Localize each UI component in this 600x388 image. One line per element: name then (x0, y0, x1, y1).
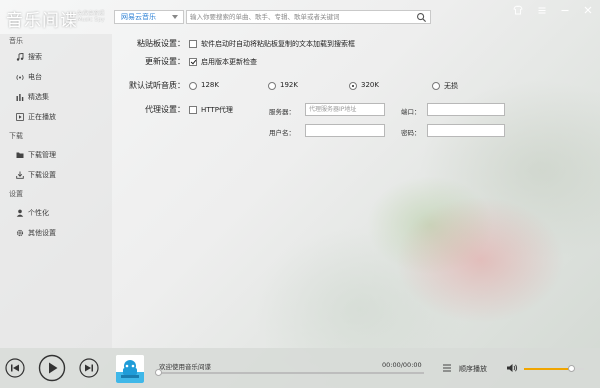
sidebar-item-label: 下载设置 (28, 171, 56, 179)
http-proxy-text: HTTP代理 (201, 106, 233, 114)
sidebar-section-settings: 设置 (9, 190, 23, 198)
search-input[interactable] (187, 11, 413, 23)
search-icon[interactable] (416, 12, 427, 23)
http-proxy-checkbox[interactable] (189, 106, 197, 114)
app-window: 音乐间谍 免费高音质 Music Spy 网易云音乐 输入你要搜索的单曲、歌手、… (0, 0, 600, 388)
folder-icon (16, 152, 24, 158)
clipboard-option-text: 软件启动时自动将粘贴板复制的文本加载到搜索框 (201, 40, 355, 48)
skin-icon[interactable] (512, 4, 524, 16)
previous-track-icon[interactable] (5, 358, 25, 378)
sidebar-item-radio[interactable]: 电台 (16, 71, 106, 83)
download-icon (16, 171, 24, 179)
user-icon (16, 209, 24, 217)
quality-radio-lossless[interactable] (432, 82, 440, 90)
track-time: 00:00/00:00 (382, 361, 422, 369)
app-logo-title: 音乐间谍 (6, 11, 78, 31)
username-label: 用户名： (269, 129, 295, 137)
quality-setting-label: 默认试听音质： (129, 81, 185, 90)
sidebar-item-download-manager[interactable]: 下载管理 (16, 149, 106, 161)
quality-radio-128k[interactable] (189, 82, 197, 90)
update-option-text: 启用版本更新检查 (201, 58, 257, 66)
clipboard-setting-label: 粘贴板设置： (137, 39, 185, 48)
sidebar-item-collection[interactable]: 精选集 (16, 91, 106, 103)
sidebar-item-label: 其他设置 (28, 229, 56, 237)
sidebar-item-label: 正在播放 (28, 113, 56, 121)
username-field-box (305, 124, 385, 137)
sidebar-item-label: 个性化 (28, 209, 49, 217)
sidebar-item-search[interactable]: 搜索 (16, 51, 106, 63)
sidebar-item-now-playing[interactable]: 正在播放 (16, 111, 106, 123)
update-setting-label: 更新设置： (145, 57, 185, 66)
quality-option-320k: 320K (361, 81, 379, 89)
playlist-icon[interactable] (442, 363, 452, 373)
title-bar: 音乐间谍 免费高音质 Music Spy 网易云音乐 (0, 0, 600, 34)
quality-radio-192k[interactable] (268, 82, 276, 90)
menu-icon[interactable] (536, 4, 548, 16)
password-input[interactable] (428, 125, 504, 136)
now-playing-icon (16, 113, 24, 121)
sidebar-item-label: 电台 (28, 73, 42, 81)
sidebar-item-label: 下载管理 (28, 151, 56, 159)
play-mode-button[interactable]: 顺序播放 (459, 364, 487, 374)
sidebar-item-other-settings[interactable]: 其他设置 (16, 227, 106, 239)
port-label: 端口： (401, 108, 421, 116)
username-input[interactable] (306, 125, 384, 136)
quality-radio-320k[interactable] (349, 82, 357, 90)
close-icon[interactable] (582, 4, 594, 16)
password-field-box (427, 124, 505, 137)
volume-level (524, 368, 571, 370)
minimize-icon[interactable] (559, 4, 571, 16)
chevron-down-icon (172, 15, 178, 19)
source-select-value: 网易云音乐 (121, 13, 156, 21)
quality-option-lossless: 无损 (444, 82, 458, 90)
next-track-icon[interactable] (79, 358, 99, 378)
server-label: 服务器： (269, 108, 295, 116)
search-box (186, 10, 431, 24)
update-check-checkbox[interactable] (189, 58, 197, 66)
volume-icon[interactable] (506, 362, 518, 374)
sidebar-section-download: 下载 (9, 132, 23, 140)
sidebar-item-download-settings[interactable]: 下载设置 (16, 169, 106, 181)
sidebar-item-personalize[interactable]: 个性化 (16, 207, 106, 219)
progress-handle[interactable] (155, 369, 162, 376)
quality-option-192k: 192K (280, 81, 298, 89)
password-label: 密码： (401, 129, 421, 137)
music-note-icon (16, 53, 24, 61)
source-select[interactable]: 网易云音乐 (114, 10, 184, 24)
album-cover[interactable] (116, 355, 144, 383)
progress-bar[interactable] (157, 372, 424, 374)
radio-icon (16, 75, 24, 80)
port-input[interactable] (428, 104, 504, 115)
port-field-box (427, 103, 505, 116)
sidebar-section-music: 音乐 (9, 37, 23, 45)
track-title: 欢迎使用音乐间谍 (159, 363, 211, 371)
play-icon[interactable] (38, 354, 66, 382)
app-logo-subtitle: 免费高音质 (77, 11, 105, 17)
app-logo-english: Music Spy (77, 17, 105, 23)
proxy-setting-label: 代理设置： (145, 105, 185, 114)
clipboard-checkbox[interactable] (189, 40, 197, 48)
sidebar: 音乐 搜索 电台 精选集 正在播放 下载 下载管理 下载设置 设置 个性化 其他… (0, 34, 112, 348)
gear-icon (16, 229, 24, 237)
volume-handle[interactable] (567, 365, 575, 372)
sidebar-item-label: 精选集 (28, 93, 49, 101)
server-field-box (305, 103, 385, 116)
quality-option-128k: 128K (201, 81, 219, 89)
sidebar-item-label: 搜索 (28, 53, 42, 61)
bars-icon (16, 94, 24, 101)
server-input[interactable] (306, 104, 384, 115)
